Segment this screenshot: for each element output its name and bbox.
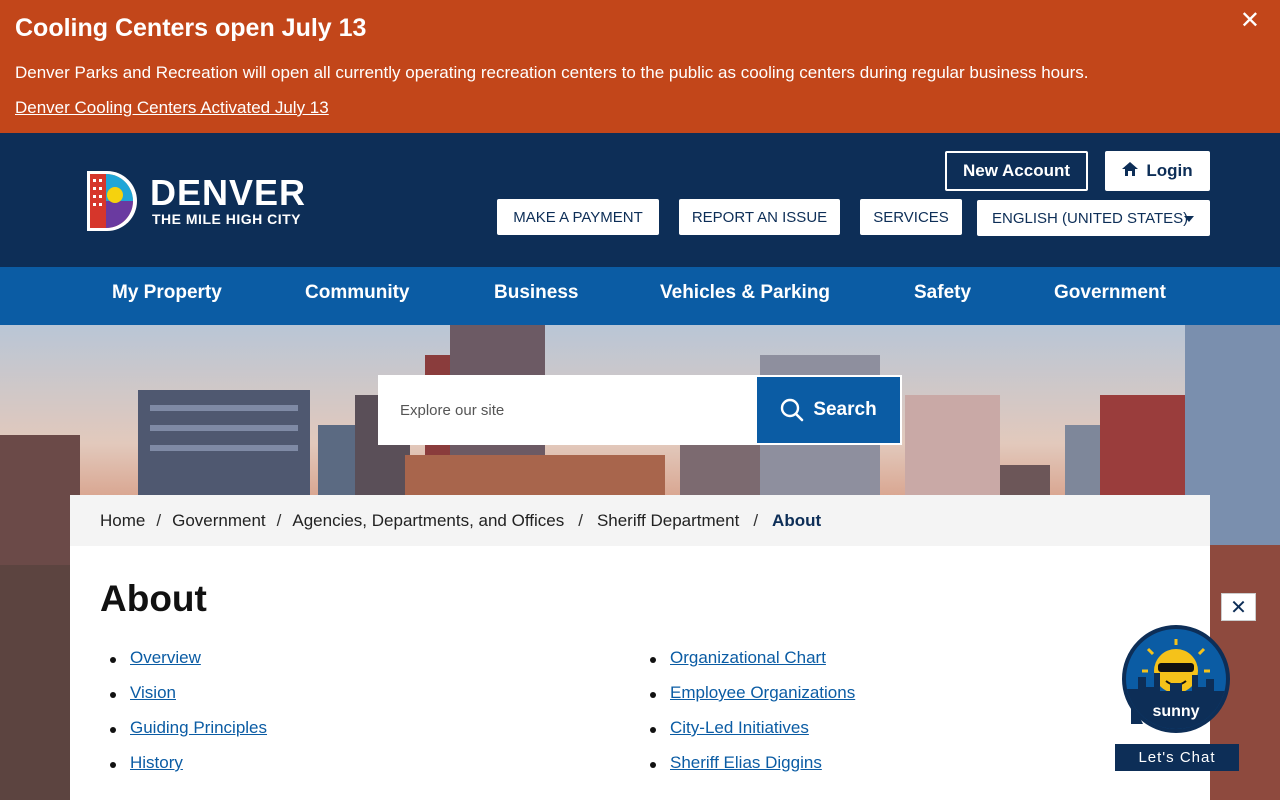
new-account-button[interactable]: New Account: [945, 151, 1088, 191]
link-overview[interactable]: Overview: [130, 648, 201, 667]
chat-sunny-name: sunny: [1152, 703, 1200, 720]
nav-item-government[interactable]: Government: [1054, 267, 1166, 325]
search-button-label: Search: [813, 399, 877, 420]
breadcrumb-separator: /: [276, 510, 282, 530]
search-input[interactable]: [378, 375, 755, 445]
breadcrumb-sheriff[interactable]: Sheriff Department: [597, 511, 739, 531]
nav-item-vehicles-parking[interactable]: Vehicles & Parking: [660, 267, 830, 325]
denver-logo[interactable]: DENVER THE MILE HIGH CITY: [85, 168, 315, 234]
list-item: Guiding Principles: [100, 718, 267, 753]
report-issue-button[interactable]: REPORT AN ISSUE: [679, 199, 840, 235]
main-content: About Overview Vision Guiding Principles…: [70, 546, 1210, 800]
list-item: Organizational Chart: [640, 648, 855, 683]
list-item: History: [100, 753, 267, 788]
breadcrumb-home[interactable]: Home: [100, 511, 145, 531]
alert-banner: Cooling Centers open July 13 Denver Park…: [0, 0, 1280, 133]
breadcrumb-current: About: [772, 510, 822, 530]
nav-item-safety[interactable]: Safety: [914, 267, 971, 325]
chevron-down-icon: [1184, 216, 1194, 222]
list-item: Sheriff Elias Diggins: [640, 753, 855, 788]
alert-message: Denver Parks and Recreation will open al…: [15, 63, 1089, 82]
make-payment-button[interactable]: MAKE A PAYMENT: [497, 199, 659, 235]
search-icon: [781, 398, 804, 422]
services-button[interactable]: SERVICES: [860, 199, 962, 235]
link-organizational-chart[interactable]: Organizational Chart: [670, 648, 826, 667]
search-button[interactable]: Search: [755, 375, 902, 445]
list-item: Employee Organizations: [640, 683, 855, 718]
link-sheriff-elias-diggins[interactable]: Sheriff Elias Diggins: [670, 753, 822, 772]
language-label: ENGLISH (UNITED STATES): [992, 209, 1189, 227]
list-item: Vision: [100, 683, 267, 718]
left-link-list: Overview Vision Guiding Principles Histo…: [100, 648, 267, 788]
list-item: City-Led Initiatives: [640, 718, 855, 753]
chat-close-icon[interactable]: ✕: [1221, 593, 1256, 621]
link-employee-organizations[interactable]: Employee Organizations: [670, 683, 855, 702]
chat-sunny-button[interactable]: sunny: [1122, 625, 1230, 733]
link-city-led-initiatives[interactable]: City-Led Initiatives: [670, 718, 809, 737]
login-button[interactable]: Login: [1105, 151, 1210, 191]
breadcrumb-separator: /: [578, 510, 583, 530]
login-label: Login: [1146, 161, 1193, 180]
nav-item-business[interactable]: Business: [494, 267, 578, 325]
logo-title: DENVER: [150, 172, 307, 213]
breadcrumb: Home / Government / Agencies, Department…: [70, 495, 1210, 546]
nav-item-my-property[interactable]: My Property: [112, 267, 222, 325]
breadcrumb-separator: /: [156, 510, 162, 530]
link-vision[interactable]: Vision: [130, 683, 176, 702]
denver-logo-mark-icon: [85, 169, 137, 233]
site-search: Search: [378, 375, 902, 445]
site-header: DENVER THE MILE HIGH CITY New Account Lo…: [0, 133, 1280, 267]
home-icon: [1122, 161, 1139, 181]
right-link-list: Organizational Chart Employee Organizati…: [640, 648, 855, 788]
logo-subtitle: THE MILE HIGH CITY: [152, 211, 301, 227]
nav-item-community[interactable]: Community: [305, 267, 410, 325]
alert-link[interactable]: Denver Cooling Centers Activated July 13: [15, 98, 329, 118]
language-select[interactable]: ENGLISH (UNITED STATES): [977, 200, 1210, 236]
breadcrumb-separator: /: [753, 510, 759, 530]
breadcrumb-agencies[interactable]: Agencies, Departments, and Offices: [292, 511, 564, 531]
list-item: Overview: [100, 648, 267, 683]
alert-close-icon[interactable]: ✕: [1240, 6, 1260, 35]
link-guiding-principles[interactable]: Guiding Principles: [130, 718, 267, 737]
main-nav: My Property Community Business Vehicles …: [0, 267, 1280, 325]
chat-label-button[interactable]: Let's Chat: [1115, 744, 1239, 771]
link-history[interactable]: History: [130, 753, 183, 772]
alert-title: Cooling Centers open July 13: [15, 14, 367, 42]
page-title: About: [100, 578, 207, 619]
breadcrumb-government[interactable]: Government: [172, 511, 266, 531]
